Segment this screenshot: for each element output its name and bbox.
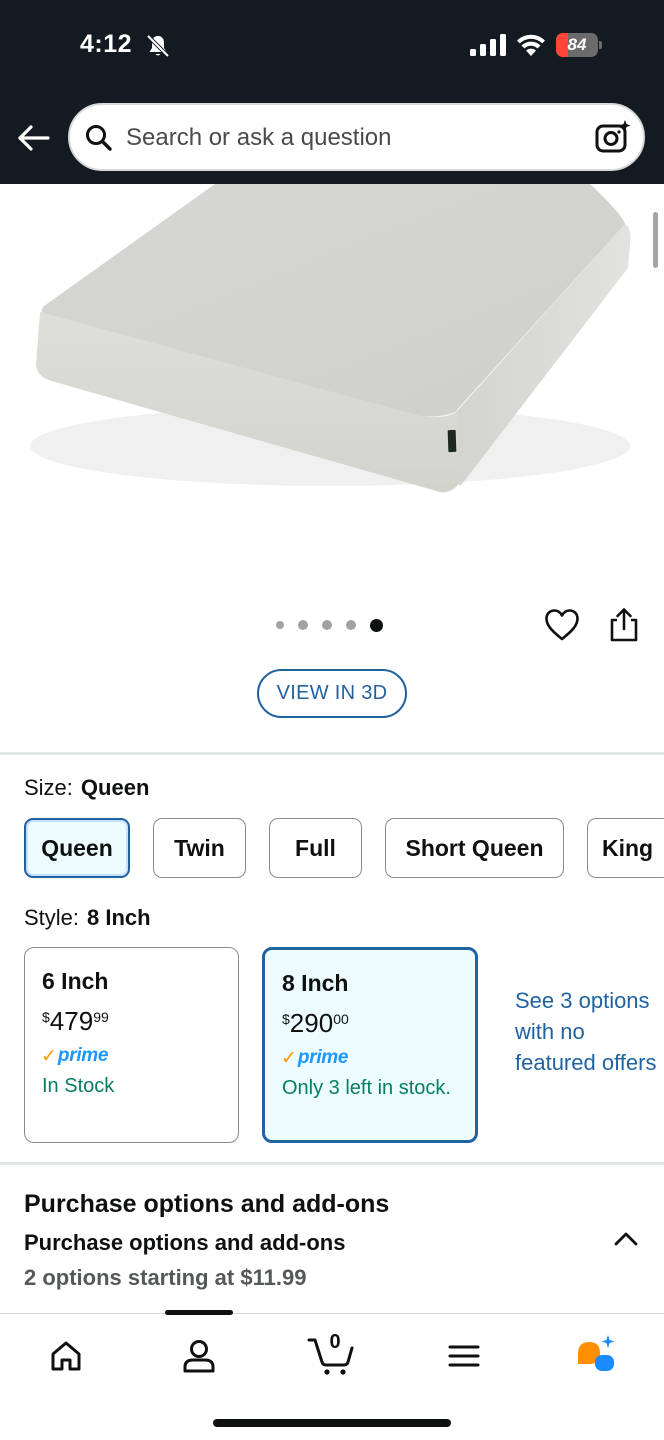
home-indicator <box>213 1419 451 1427</box>
style-option-8-inch[interactable]: 8 Inch $29000 ✓ prime Only 3 left in stoc… <box>262 947 478 1143</box>
purchase-options-summary[interactable]: 2 options starting at $11.99 <box>24 1265 306 1291</box>
price-fraction: 00 <box>333 1011 349 1027</box>
pagination-dot[interactable] <box>276 621 284 629</box>
size-option-queen[interactable]: Queen <box>24 818 130 878</box>
style-label-text: Style: <box>24 905 80 930</box>
size-selector-label: Size: Queen <box>24 775 149 801</box>
size-option-short-queen[interactable]: Short Queen <box>385 818 564 878</box>
top-bar: 4:12 84 <box>0 0 664 184</box>
size-option-king[interactable]: King <box>587 818 664 878</box>
style-selector-label: Style: 8 Inch <box>24 905 151 931</box>
battery-indicator: 84 <box>556 33 602 57</box>
price-whole: 479 <box>49 1006 94 1036</box>
style-option-name: 6 Inch <box>42 968 109 994</box>
account-icon[interactable] <box>179 1336 219 1376</box>
size-label-text: Size: <box>24 775 73 800</box>
size-option-full[interactable]: Full <box>269 818 362 878</box>
image-scroll-thumb <box>653 212 658 268</box>
chevron-up-icon[interactable] <box>612 1227 640 1251</box>
menu-icon[interactable] <box>444 1336 484 1376</box>
style-option-6-inch[interactable]: 6 Inch $47999 ✓ prime In Stock <box>24 947 239 1143</box>
share-icon[interactable] <box>607 607 641 643</box>
price-fraction: 99 <box>93 1009 109 1025</box>
purchase-options-heading: Purchase options and add-ons <box>24 1190 390 1218</box>
battery-level: 84 <box>567 35 587 54</box>
stock-status: Only 3 left in stock. <box>282 1077 451 1099</box>
prime-text: prime <box>297 1047 349 1068</box>
prime-text: prime <box>57 1045 109 1066</box>
search-bar[interactable] <box>68 103 645 171</box>
pagination-dot[interactable] <box>346 620 356 630</box>
home-icon[interactable] <box>46 1336 86 1376</box>
active-tab-indicator <box>165 1310 233 1315</box>
style-option-price: $47999 <box>42 1006 109 1037</box>
wifi-icon <box>517 34 545 56</box>
prime-badge: ✓ prime <box>41 1045 109 1067</box>
pagination-dot[interactable] <box>322 620 332 630</box>
rufus-assistant-icon[interactable] <box>574 1332 618 1376</box>
pagination-dot-active[interactable] <box>370 618 383 632</box>
view-in-3d-button[interactable]: VIEW IN 3D <box>257 669 407 718</box>
bell-muted-icon <box>146 34 170 58</box>
battery-cap <box>599 41 602 49</box>
style-option-price: $29000 <box>282 1008 349 1039</box>
price-currency: $ <box>42 1009 50 1025</box>
image-pagination-dots[interactable] <box>276 618 397 632</box>
section-divider <box>0 752 664 755</box>
product-image-gallery[interactable]: VIEW IN 3D <box>0 184 664 752</box>
size-selected-value: Queen <box>80 775 150 800</box>
price-whole: 290 <box>289 1008 334 1038</box>
purchase-options-subtitle[interactable]: Purchase options and add-ons <box>24 1230 345 1256</box>
style-option-name: 8 Inch <box>282 970 349 996</box>
back-arrow-icon[interactable] <box>14 118 54 158</box>
pagination-dot[interactable] <box>298 620 308 630</box>
bottom-navigation-bar: 0 <box>0 1310 664 1440</box>
stock-status: In Stock <box>42 1075 115 1097</box>
cart-button[interactable]: 0 <box>306 1331 356 1376</box>
price-currency: $ <box>282 1011 290 1027</box>
prime-check-icon: ✓ <box>41 1045 57 1067</box>
cellular-signal-icon <box>470 34 506 56</box>
status-time: 4:12 <box>80 30 133 58</box>
battery-body: 84 <box>556 33 598 57</box>
mattress-product-image <box>30 184 631 493</box>
prime-badge: ✓ prime <box>281 1047 349 1069</box>
style-selected-value: 8 Inch <box>87 905 151 930</box>
prime-check-icon: ✓ <box>281 1047 297 1069</box>
see-more-options-link[interactable]: See 3 options with no featured offers <box>515 985 660 1078</box>
section-divider <box>0 1162 664 1165</box>
cart-count: 0 <box>329 1331 341 1353</box>
search-input[interactable] <box>126 119 566 157</box>
search-icon <box>86 125 112 151</box>
camera-lens-icon[interactable] <box>594 119 632 155</box>
heart-icon[interactable] <box>544 608 580 642</box>
size-option-twin[interactable]: Twin <box>153 818 246 878</box>
